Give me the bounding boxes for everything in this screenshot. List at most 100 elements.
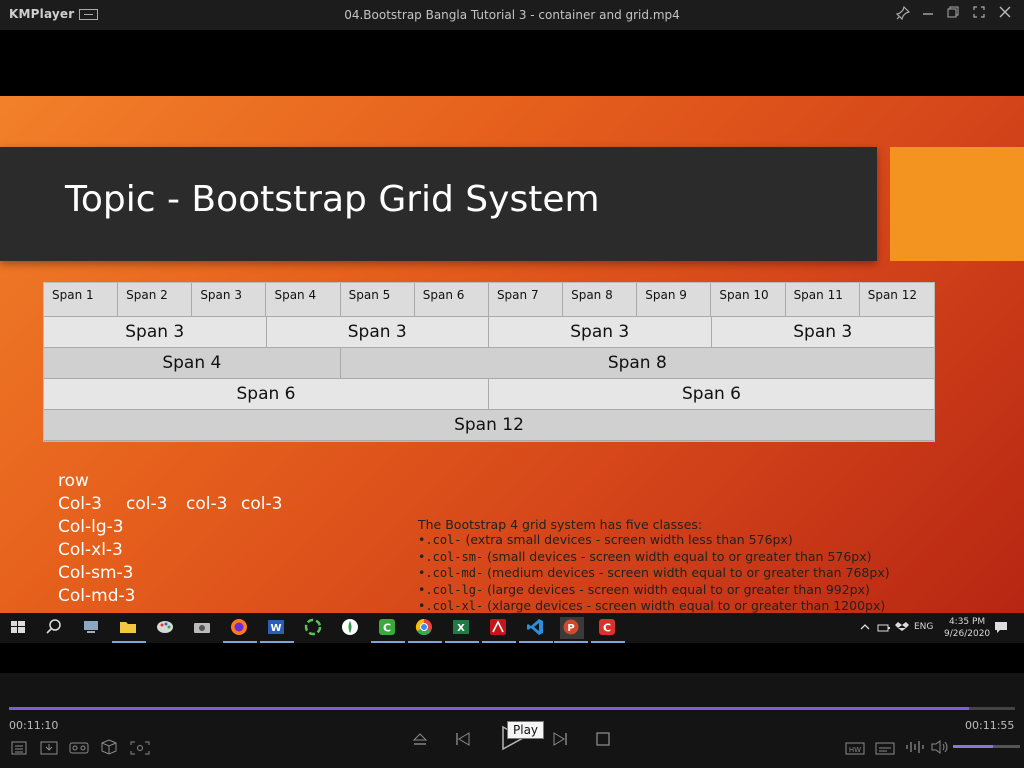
menu-icon[interactable]	[79, 9, 98, 20]
capture-icon[interactable]	[130, 740, 150, 759]
vscode-icon[interactable]	[519, 617, 553, 643]
video-area[interactable]: Topic - Bootstrap Grid System Span 1 Spa…	[0, 30, 1024, 643]
svg-text:X: X	[457, 623, 465, 634]
description-item: •.col-sm- (small devices - screen width …	[418, 549, 890, 565]
presentation-slide: Topic - Bootstrap Grid System Span 1 Spa…	[0, 96, 1024, 643]
taskbar-indicator	[554, 641, 588, 643]
grid-cell: Span 11	[785, 283, 860, 317]
close-icon[interactable]	[996, 6, 1014, 24]
hw-acceleration-icon[interactable]: HW	[845, 740, 865, 759]
volume-icon[interactable]	[930, 739, 950, 759]
windows-start-icon[interactable]	[8, 617, 30, 639]
equalizer-icon[interactable]	[905, 739, 925, 758]
text-col-xl: Col-xl-3	[58, 540, 123, 560]
class-code: .col-md-	[425, 566, 484, 581]
class-desc: (small devices - screen width equal to o…	[483, 548, 872, 564]
powerpoint-icon[interactable]: P	[554, 617, 588, 643]
refresh-app-icon[interactable]	[303, 617, 325, 639]
mongodb-icon[interactable]	[340, 617, 362, 639]
language-indicator[interactable]: ENG	[914, 622, 933, 643]
battery-icon[interactable]	[877, 622, 891, 643]
svg-text:C: C	[383, 622, 391, 635]
clock-time: 4:35 PM	[948, 617, 986, 627]
grid-cell: Span 7	[488, 283, 564, 317]
class-code: .col-lg-	[425, 582, 484, 597]
play-tooltip: Play	[507, 721, 545, 739]
notification-icon[interactable]	[994, 621, 1008, 643]
windows-taskbar: W C X P C ENG 4:35 PM 9/26/2020	[0, 613, 1024, 643]
grid-cell: Span 10	[711, 283, 786, 317]
next-icon[interactable]	[551, 730, 569, 752]
mypc-icon[interactable]	[81, 617, 103, 639]
grid-row-12: Span 1 Span 2 Span 3 Span 4 Span 5 Span …	[44, 283, 934, 317]
class-code: .col-	[425, 533, 462, 548]
camtasia-green-icon[interactable]: C	[371, 617, 405, 643]
title-bar[interactable]: KMPlayer 04.Bootstrap Bangla Tutorial 3 …	[0, 0, 1024, 30]
chrome-icon[interactable]	[408, 617, 442, 643]
previous-icon[interactable]	[454, 730, 472, 752]
playlist-icon[interactable]	[11, 740, 27, 759]
restore-icon[interactable]	[944, 6, 962, 24]
tray-chevron-up-icon[interactable]	[859, 621, 871, 643]
class-desc: (xlarge devices - screen width equal to …	[483, 598, 886, 614]
paint-icon[interactable]	[155, 617, 177, 639]
file-explorer-icon[interactable]	[112, 617, 146, 643]
minimize-icon[interactable]	[919, 6, 937, 24]
total-time: 00:11:55	[965, 719, 1015, 732]
description-item: •.col- (extra small devices - screen wid…	[418, 532, 890, 548]
volume-slider[interactable]	[953, 745, 1020, 748]
firefox-icon[interactable]	[223, 617, 257, 643]
grid-table: Span 1 Span 2 Span 3 Span 4 Span 5 Span …	[43, 282, 935, 442]
text-col-line: Col-3 col-3 col-3 col-3	[58, 493, 282, 516]
accent-box	[890, 147, 1024, 261]
slide-title: Topic - Bootstrap Grid System	[65, 179, 600, 220]
taskbar-indicator	[482, 641, 516, 643]
taskbar-indicator	[591, 641, 625, 643]
excel-icon[interactable]: X	[445, 617, 479, 643]
download-icon[interactable]	[40, 740, 58, 759]
svg-text:W: W	[270, 623, 281, 634]
vr-icon[interactable]	[69, 740, 89, 759]
grid-row-span3: Span 3 Span 3 Span 3 Span 3	[44, 317, 934, 348]
fullscreen-icon[interactable]	[970, 6, 988, 24]
text-col-sm: Col-sm-3	[58, 563, 134, 583]
subtitle-icon[interactable]	[875, 740, 895, 759]
grid-cell: Span 6	[414, 283, 489, 317]
svg-text:C: C	[603, 622, 611, 635]
grid-cell: Span 12	[44, 410, 934, 441]
svg-text:P: P	[567, 623, 574, 634]
description-item: •.col-xl- (xlarge devices - screen width…	[418, 598, 890, 614]
grid-cell: Span 3	[711, 317, 934, 348]
stop-icon[interactable]	[595, 731, 611, 751]
window-title: 04.Bootstrap Bangla Tutorial 3 - contain…	[344, 8, 680, 22]
text-col: col-3	[186, 494, 228, 514]
taskbar-indicator	[408, 641, 442, 643]
class-desc: (medium devices - screen width equal to …	[483, 565, 890, 581]
grid-cell: Span 2	[118, 283, 193, 317]
3d-cube-icon[interactable]	[101, 739, 117, 759]
word-icon[interactable]: W	[260, 617, 294, 643]
description-item: •.col-lg- (large devices - screen width …	[418, 582, 890, 598]
camtasia-red-icon[interactable]: C	[591, 617, 625, 643]
app-logo: KMPlayer	[9, 7, 75, 21]
description-heading: The Bootstrap 4 grid system has five cla…	[418, 517, 703, 532]
grid-cell: Span 9	[637, 283, 712, 317]
text-row: row	[58, 471, 89, 491]
grid-cell: Span 3	[192, 283, 267, 317]
eject-icon[interactable]	[411, 730, 429, 752]
pin-icon[interactable]	[894, 5, 912, 24]
acrobat-icon[interactable]	[482, 617, 516, 643]
camera-icon[interactable]	[192, 617, 214, 639]
grid-row-span6: Span 6 Span 6	[44, 379, 934, 410]
clock[interactable]: 4:35 PM 9/26/2020	[944, 616, 990, 643]
taskbar-indicator	[519, 641, 553, 643]
dropbox-icon[interactable]	[895, 621, 909, 643]
search-icon[interactable]	[44, 617, 66, 639]
description-item: •.col-md- (medium devices - screen width…	[418, 565, 890, 581]
seek-bar[interactable]	[9, 707, 1015, 710]
taskbar-indicator	[223, 641, 257, 643]
text-col-lg: Col-lg-3	[58, 517, 124, 537]
class-desc: (large devices - screen width equal to o…	[483, 581, 870, 597]
grid-row-span4-8: Span 4 Span 8	[44, 348, 934, 379]
taskbar-indicator	[112, 641, 146, 643]
